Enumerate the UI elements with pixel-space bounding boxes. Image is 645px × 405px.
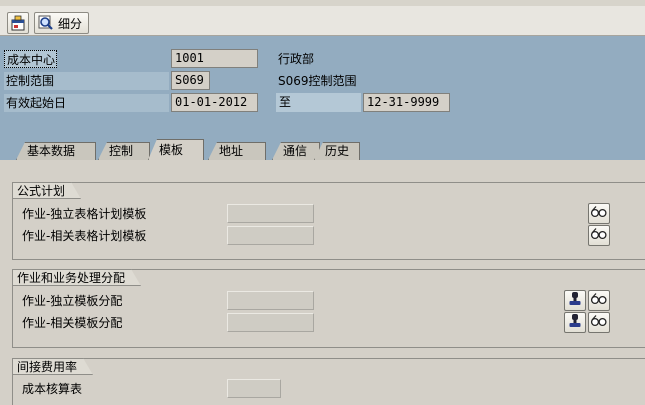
stamp-icon: [568, 291, 582, 310]
activity-independent-plan-template-field[interactable]: [227, 204, 314, 223]
costing-sheet-field[interactable]: [227, 379, 281, 398]
glasses-icon: [590, 292, 608, 309]
group-title: 公式计划: [12, 182, 81, 199]
group-activity-process-allocation: 作业和业务处理分配 作业-独立模板分配 作业-相关模板分配: [12, 269, 645, 348]
assign-button[interactable]: [564, 312, 586, 333]
magnifier-icon: [38, 15, 54, 31]
assign-button[interactable]: [564, 290, 586, 311]
tab-communication[interactable]: 通信: [272, 142, 320, 160]
tab-history[interactable]: 历史: [314, 142, 360, 160]
group-title: 间接费用率: [12, 358, 93, 375]
valid-to-label: 至: [276, 93, 361, 112]
display-button[interactable]: [588, 290, 610, 311]
cost-center-description: 行政部: [278, 52, 315, 66]
row-label: 作业-独立表格计划模板: [22, 207, 147, 221]
display-button[interactable]: [588, 312, 610, 333]
layout-icon: [10, 15, 26, 31]
tab-label: 地址: [219, 144, 244, 158]
layout-button[interactable]: [7, 12, 29, 34]
application-toolbar: 细分: [0, 0, 645, 36]
tab-label: 基本数据: [27, 144, 76, 158]
toolbar-top-strip: [0, 0, 645, 6]
valid-from-field[interactable]: 01-01-2012: [171, 93, 258, 112]
row-label: 作业-相关模板分配: [22, 316, 123, 330]
glasses-icon: [590, 227, 608, 244]
cost-center-label: 成本中心: [4, 50, 57, 68]
tab-control[interactable]: 控制: [98, 142, 150, 160]
tab-content-templates: 公式计划 作业-独立表格计划模板 作业-相关表格计划模板 作业和业务处理分配 作…: [0, 160, 645, 405]
glasses-icon: [590, 314, 608, 331]
cost-center-field[interactable]: 1001: [171, 49, 258, 68]
tab-basic-data[interactable]: 基本数据: [16, 142, 96, 160]
tab-strip: 基本数据 控制 通信 历史 地址 模板: [0, 136, 645, 160]
row-label: 作业-独立模板分配: [22, 294, 123, 308]
header-area: 成本中心 1001 行政部 控制范围 S069 S069控制范围 有效起始日 0…: [0, 36, 645, 136]
detail-button[interactable]: 细分: [34, 12, 89, 34]
display-button[interactable]: [588, 225, 610, 246]
tab-templates[interactable]: 模板: [148, 139, 204, 160]
valid-from-label: 有效起始日: [4, 94, 169, 112]
controlling-area-field[interactable]: S069: [171, 71, 210, 90]
tab-label: 模板: [159, 143, 184, 157]
row-label: 作业-相关表格计划模板: [22, 229, 147, 243]
tab-label: 控制: [109, 144, 134, 158]
activity-independent-template-allocation-field[interactable]: [227, 291, 314, 310]
tab-address[interactable]: 地址: [208, 142, 266, 160]
row-label: 成本核算表: [22, 382, 83, 396]
group-title: 作业和业务处理分配: [12, 269, 141, 286]
tab-label: 历史: [325, 144, 350, 158]
valid-to-field[interactable]: 12-31-9999: [363, 93, 450, 112]
detail-button-label: 细分: [58, 16, 83, 31]
controlling-area-label: 控制范围: [4, 72, 169, 90]
group-overhead-rates: 间接费用率 成本核算表: [12, 358, 645, 405]
tab-label: 通信: [283, 144, 308, 158]
activity-dependent-plan-template-field[interactable]: [227, 226, 314, 245]
activity-dependent-template-allocation-field[interactable]: [227, 313, 314, 332]
glasses-icon: [590, 205, 608, 222]
controlling-area-description: S069控制范围: [278, 74, 357, 88]
stamp-icon: [568, 313, 582, 332]
group-formula-planning: 公式计划 作业-独立表格计划模板 作业-相关表格计划模板: [12, 182, 645, 260]
display-button[interactable]: [588, 203, 610, 224]
